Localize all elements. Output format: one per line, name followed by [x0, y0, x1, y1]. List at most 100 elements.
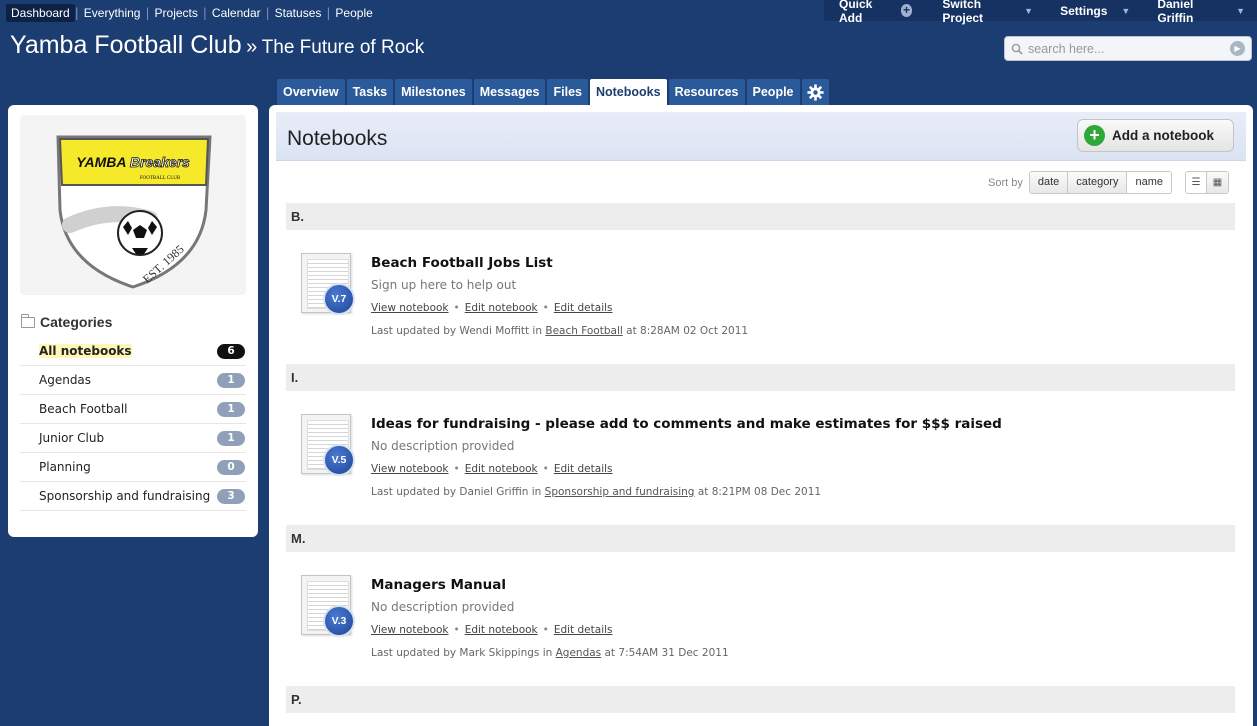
tab-notebooks[interactable]: Notebooks: [589, 79, 667, 105]
sort-date-button[interactable]: date: [1029, 172, 1068, 193]
edit-details-link[interactable]: Edit details: [554, 463, 613, 475]
version-badge: V.7: [323, 283, 355, 315]
category-name: Sponsorship and fundraising: [39, 489, 211, 503]
tab-milestones[interactable]: Milestones: [395, 79, 472, 105]
tab-people[interactable]: People: [746, 79, 800, 105]
notebook-title[interactable]: Beach Football Jobs List: [371, 255, 553, 271]
notebook-actions: View notebook • Edit notebook • Edit details: [371, 624, 613, 636]
group-heading: B.: [286, 203, 1235, 230]
list-view-icon[interactable]: ☰: [1186, 172, 1208, 193]
nav-statuses[interactable]: Statuses: [270, 4, 327, 22]
notebook-item: V.5 Ideas for fundraising - please add t…: [301, 405, 1201, 515]
project-tabs: Overview Tasks Milestones Messages Files…: [277, 79, 829, 105]
link-separator: •: [542, 463, 549, 475]
notebook-icon[interactable]: V.5: [301, 414, 355, 476]
user-menu[interactable]: Daniel Griffin ▼: [1142, 0, 1257, 25]
tab-settings[interactable]: [801, 79, 829, 105]
notebook-icon[interactable]: V.3: [301, 575, 355, 637]
search-box[interactable]: search here... ▶: [1004, 36, 1252, 61]
category-list: All notebooks 6 Agendas 1 Beach Football…: [20, 337, 246, 511]
add-notebook-button[interactable]: + Add a notebook: [1077, 119, 1234, 152]
category-link[interactable]: Sponsorship and fundraising: [545, 486, 695, 498]
club-name[interactable]: Yamba Football Club: [10, 31, 242, 59]
view-notebook-link[interactable]: View notebook: [371, 624, 449, 636]
notebook-actions: View notebook • Edit notebook • Edit details: [371, 463, 613, 475]
svg-text:YAMBA Breakers: YAMBA Breakers: [76, 154, 190, 170]
category-name: All notebooks: [39, 344, 132, 358]
tab-messages[interactable]: Messages: [473, 79, 546, 105]
category-name: Junior Club: [39, 431, 105, 445]
category-item-beach-football[interactable]: Beach Football 1: [20, 395, 246, 424]
count-badge: 6: [217, 343, 245, 359]
notebook-title[interactable]: Ideas for fundraising - please add to co…: [371, 416, 1002, 432]
edit-notebook-link[interactable]: Edit notebook: [465, 463, 538, 475]
group-heading: I.: [286, 364, 1235, 391]
notebook-icon[interactable]: V.7: [301, 253, 355, 315]
category-item-all[interactable]: All notebooks 6: [20, 337, 246, 366]
project-name[interactable]: The Future of Rock: [262, 37, 425, 58]
nav-projects[interactable]: Projects: [150, 4, 203, 22]
updated-prefix: Last updated by Daniel Griffin in: [371, 486, 542, 498]
tab-files[interactable]: Files: [547, 79, 588, 105]
switch-project-label: Switch Project: [942, 0, 984, 25]
nav-people[interactable]: People: [330, 4, 377, 22]
view-notebook-link[interactable]: View notebook: [371, 463, 449, 475]
notebook-description: No description provided: [371, 600, 515, 614]
quick-add-label: Quick Add: [839, 0, 873, 25]
category-link[interactable]: Agendas: [556, 647, 602, 659]
nav-calendar[interactable]: Calendar: [207, 4, 266, 22]
page-title: Notebooks: [287, 127, 388, 150]
club-crest-icon: YAMBA Breakers FOOTBALL CLUB EST. 1985: [56, 135, 212, 289]
tab-tasks[interactable]: Tasks: [346, 79, 394, 105]
count-badge: 1: [217, 430, 245, 446]
edit-notebook-link[interactable]: Edit notebook: [465, 624, 538, 636]
chevron-down-icon: ▼: [1236, 5, 1245, 16]
add-icon: +: [1084, 125, 1105, 146]
main-header: Notebooks + Add a notebook: [276, 112, 1246, 161]
sort-name-button[interactable]: name: [1126, 172, 1172, 193]
category-name: Agendas: [39, 373, 92, 387]
nav-dashboard[interactable]: Dashboard: [6, 4, 75, 22]
link-separator: •: [453, 463, 460, 475]
quick-add-menu[interactable]: Quick Add +: [824, 0, 924, 25]
edit-details-link[interactable]: Edit details: [554, 302, 613, 314]
category-item-agendas[interactable]: Agendas 1: [20, 366, 246, 395]
count-badge: 0: [217, 459, 245, 475]
edit-notebook-link[interactable]: Edit notebook: [465, 302, 538, 314]
updated-suffix: at 7:54AM 31 Dec 2011: [604, 647, 729, 659]
category-item-sponsorship[interactable]: Sponsorship and fundraising 3: [20, 482, 246, 511]
main-panel: Notebooks + Add a notebook Sort by date …: [269, 105, 1253, 726]
count-badge: 3: [217, 488, 245, 504]
updated-suffix: at 8:28AM 02 Oct 2011: [626, 325, 749, 337]
tab-resources[interactable]: Resources: [668, 79, 745, 105]
nav-everything[interactable]: Everything: [79, 4, 146, 22]
add-notebook-label: Add a notebook: [1112, 128, 1214, 143]
notebook-description: Sign up here to help out: [371, 278, 517, 292]
switch-project-menu[interactable]: Switch Project ▼: [924, 0, 1045, 25]
version-badge: V.3: [323, 605, 355, 637]
group-heading: M.: [286, 525, 1235, 552]
edit-details-link[interactable]: Edit details: [554, 624, 613, 636]
sort-category-button[interactable]: category: [1067, 172, 1127, 193]
grid-view-icon[interactable]: ▦: [1207, 172, 1229, 193]
user-bar: Quick Add + Switch Project ▼ Settings ▼ …: [824, 0, 1257, 25]
notebook-title[interactable]: Managers Manual: [371, 577, 506, 593]
notebook-meta: Last updated by Daniel Griffin in Sponso…: [371, 486, 821, 498]
search-go-icon[interactable]: ▶: [1230, 41, 1245, 56]
plus-icon: +: [900, 4, 913, 17]
updated-prefix: Last updated by Mark Skippings in: [371, 647, 553, 659]
page-header: Yamba Football Club » The Future of Rock: [10, 31, 424, 60]
search-input[interactable]: search here...: [1028, 42, 1104, 56]
top-nav: Dashboard | Everything | Projects | Calenda…: [6, 3, 378, 23]
logo-brand-top: YAMBA: [76, 154, 126, 170]
notebook-meta: Last updated by Mark Skippings in Agenda…: [371, 647, 729, 659]
category-item-junior-club[interactable]: Junior Club 1: [20, 424, 246, 453]
category-link[interactable]: Beach Football: [545, 325, 622, 337]
tab-overview[interactable]: Overview: [277, 79, 345, 105]
view-notebook-link[interactable]: View notebook: [371, 302, 449, 314]
category-item-planning[interactable]: Planning 0: [20, 453, 246, 482]
sidebar: YAMBA Breakers FOOTBALL CLUB EST. 1985 C…: [8, 105, 258, 537]
version-badge: V.5: [323, 444, 355, 476]
search-icon: [1011, 43, 1023, 55]
settings-menu[interactable]: Settings ▼: [1045, 0, 1142, 21]
